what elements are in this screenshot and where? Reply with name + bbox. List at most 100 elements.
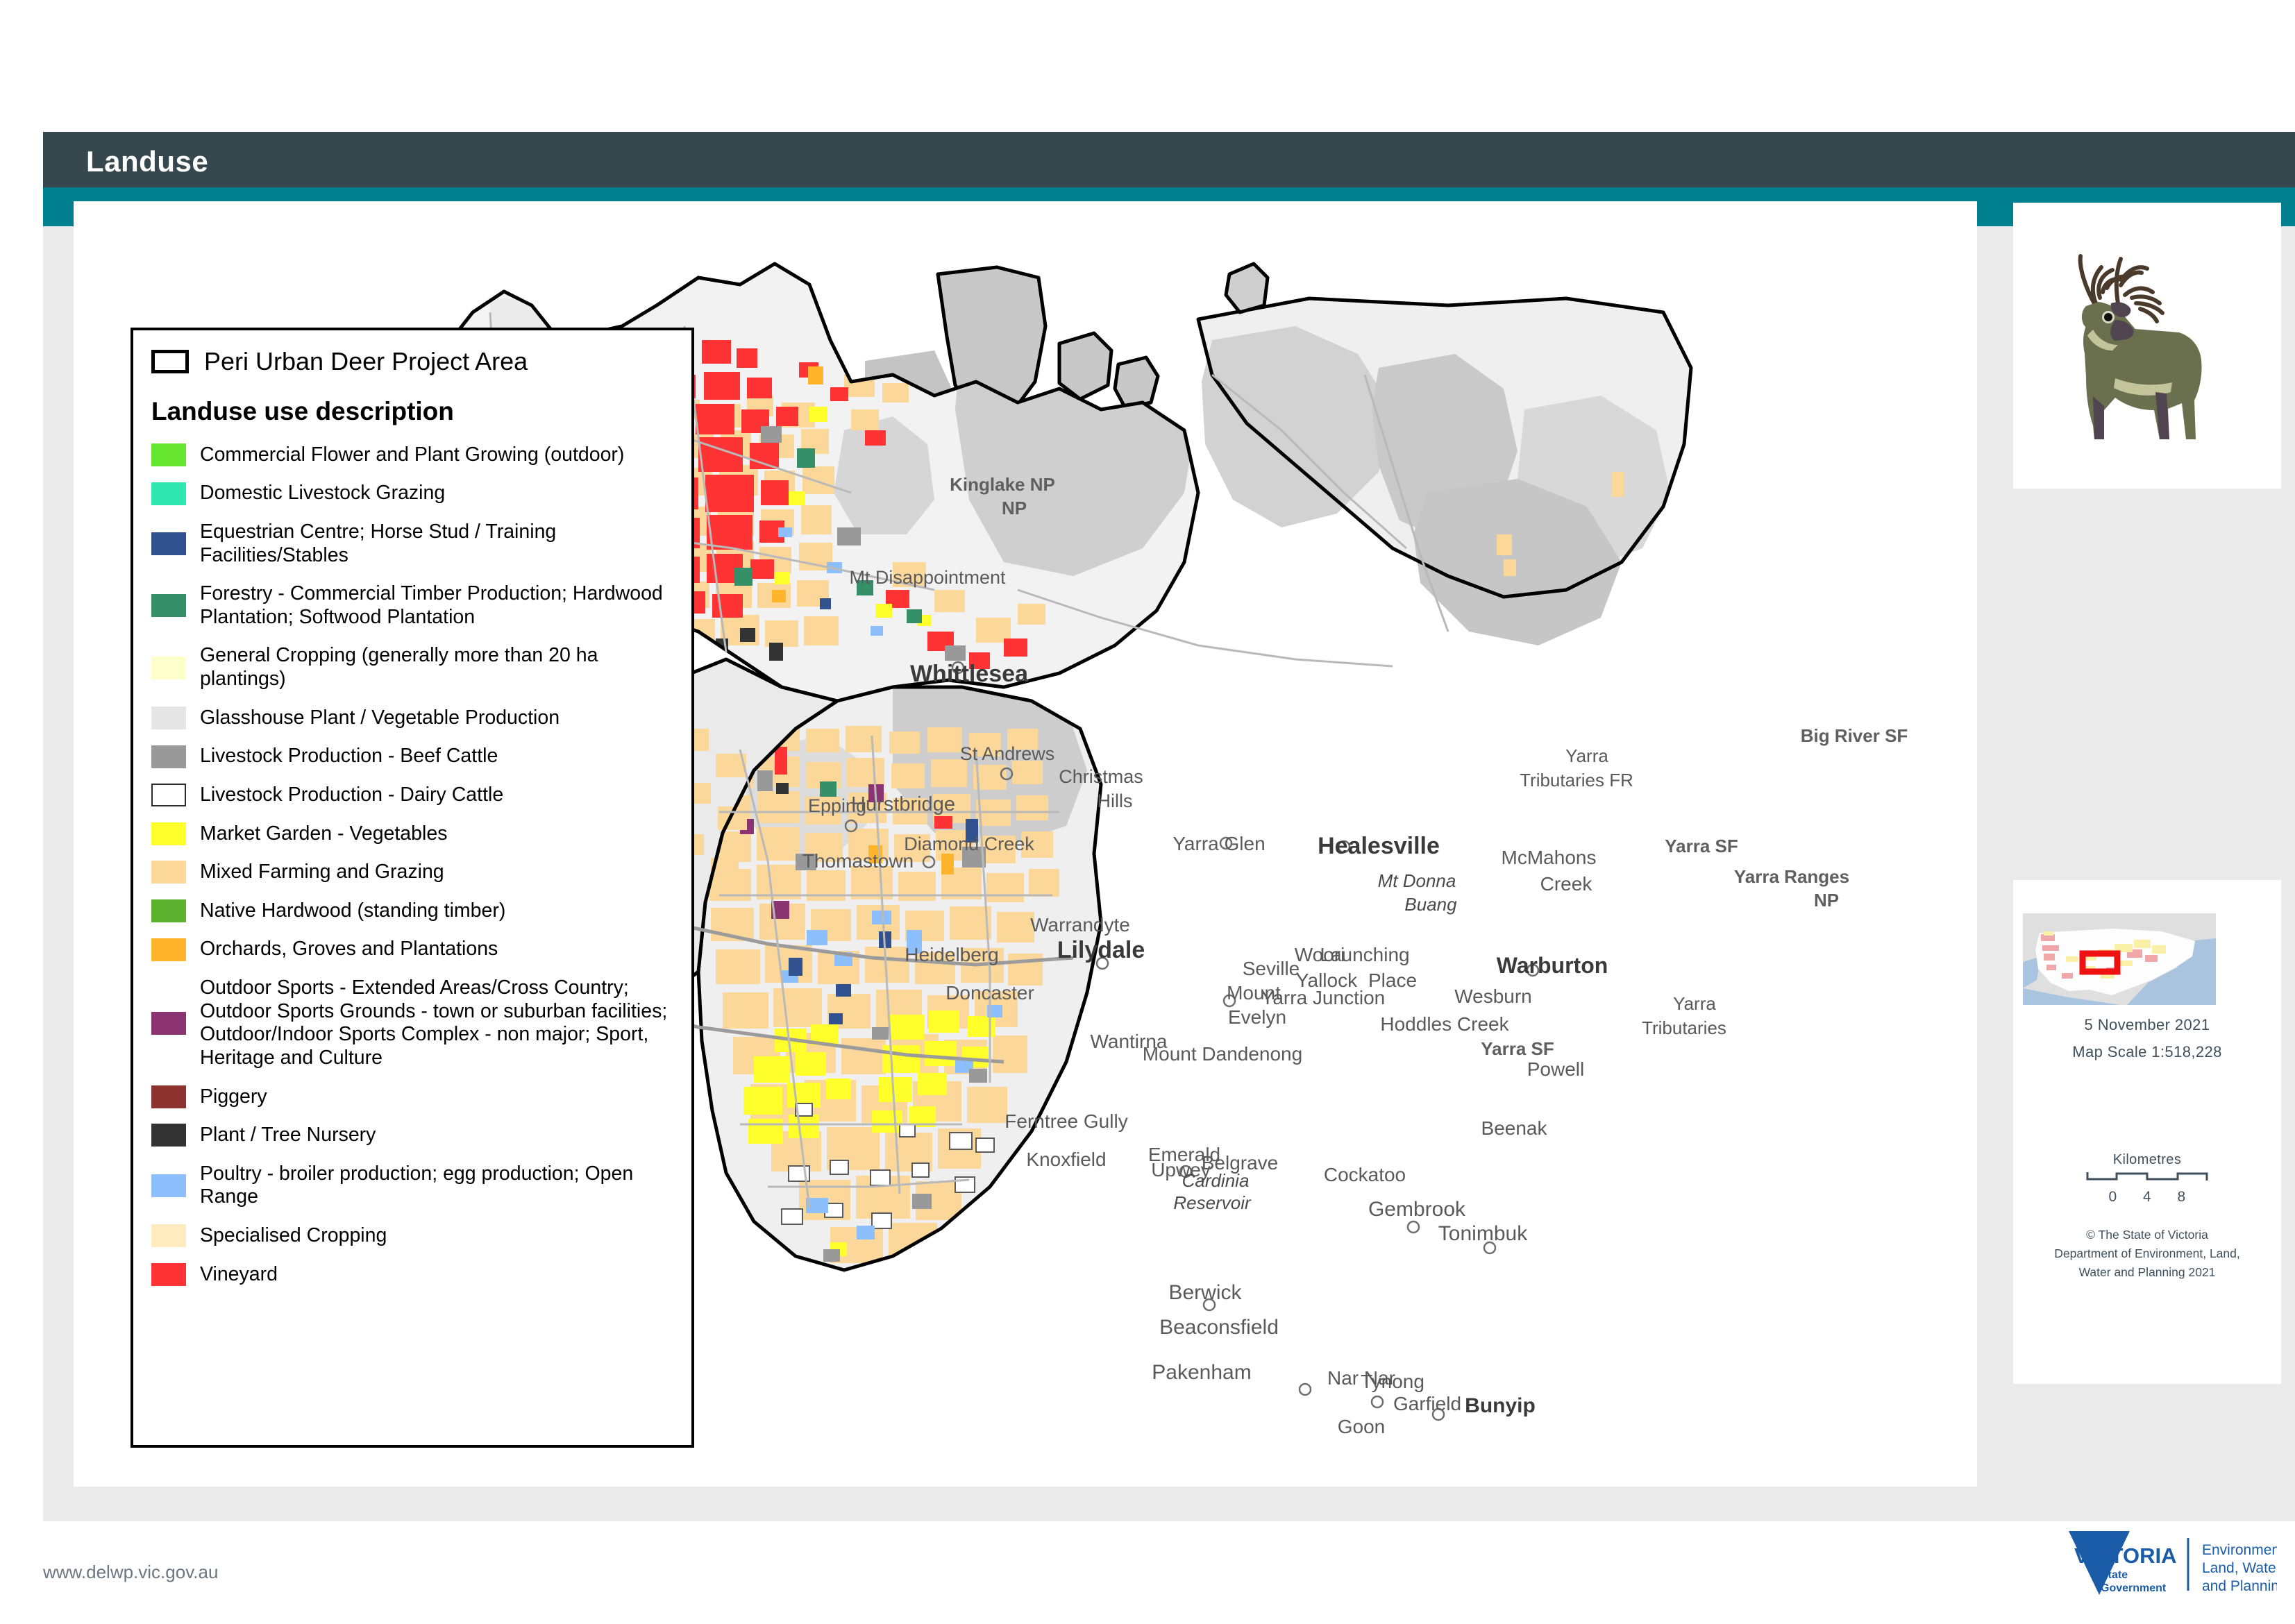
map-place-label: Yarra Ranges	[1734, 866, 1849, 887]
legend-swatch	[151, 594, 186, 618]
logo-victoria-text: VICTORIA	[2074, 1543, 2177, 1568]
map-place-label: Hills	[1098, 790, 1133, 811]
header-bar: Landuse	[43, 132, 2295, 187]
map-place-label: Berwick	[1168, 1281, 1242, 1304]
legend-label: Plant / Tree Nursery	[200, 1124, 376, 1147]
map-poster: Landuse Kinglake NP NP Mt Disappointment…	[0, 0, 2295, 1624]
map-place-label: Creek	[1540, 873, 1593, 895]
legend-label: Poultry - broiler production; egg produc…	[200, 1162, 634, 1208]
map-place-label: Bunyip	[1465, 1394, 1536, 1417]
legend-items-list: Commercial Flower and Plant Growing (out…	[151, 443, 676, 1302]
legend-item: Piggery	[151, 1085, 676, 1109]
logo-dept-line-2: Land, Water	[2202, 1560, 2277, 1576]
scalebar-graphic	[2086, 1172, 2208, 1181]
legend-label: Vineyard	[200, 1262, 278, 1285]
legend-label: Native Hardwood (standing timber)	[200, 899, 506, 922]
map-date: 5 November 2021	[2084, 1016, 2210, 1033]
map-place-label: Warburton	[1497, 953, 1608, 978]
map-place-label: Garfield	[1393, 1393, 1461, 1414]
map-place-label: Thomastown	[802, 850, 914, 872]
copyright-line-1: © The State of Victoria	[2086, 1228, 2208, 1242]
map-place-label: Yarra	[1673, 993, 1716, 1014]
map-place-label: Whittlesea	[910, 661, 1029, 687]
victoria-government-logo: VICTORIA State Government Environment, L…	[2041, 1527, 2288, 1607]
map-place-label: Diamond Creek	[904, 834, 1034, 854]
map-place-label: Heidelberg	[905, 944, 998, 965]
map-place-label: Lilydale	[1057, 937, 1145, 963]
legend-label: Livestock Production - Beef Cattle	[200, 745, 498, 768]
map-place-label: Wesburn	[1454, 986, 1532, 1007]
scalebar: Kilometres 0 4 8	[2013, 1152, 2281, 1206]
map-place-label: Tonimbuk	[1438, 1222, 1528, 1245]
map-place-label: St Andrews	[960, 743, 1055, 764]
logo-dept-line-1: Environment,	[2202, 1542, 2277, 1558]
map-info-card: 5 November 2021 Map Scale 1:518,228 Kilo…	[2013, 880, 2281, 1384]
legend-item: Native Hardwood (standing timber)	[151, 899, 676, 923]
legend-heading: Landuse use description	[151, 396, 454, 425]
legend-label: General Cropping (generally more than 20…	[200, 644, 598, 691]
map-place-label: Doncaster	[945, 982, 1034, 1004]
project-area-label: Peri Urban Deer Project Area	[204, 347, 528, 375]
map-place-label: Big River SF	[1801, 725, 1908, 746]
legend-swatch	[151, 745, 186, 768]
legend-label: Forestry - Commercial Timber Production;…	[200, 582, 663, 628]
map-place-label: Yarra SF	[1481, 1038, 1554, 1059]
map-place-label: Pakenham	[1152, 1361, 1251, 1384]
legend-label: Glasshouse Plant / Vegetable Production	[200, 706, 560, 729]
legend-item: Livestock Production - Dairy Cattle	[151, 784, 676, 807]
legend-item: Market Garden - Vegetables	[151, 822, 676, 846]
legend-label: Piggery	[200, 1085, 267, 1108]
map-place-label: Tributaries	[1642, 1017, 1726, 1038]
legend-item: Equestrian Centre; Horse Stud / Training…	[151, 521, 676, 567]
map-place-label: Cardinia	[1182, 1170, 1250, 1191]
locator-map	[2023, 913, 2216, 1005]
map-place-label: Wantirna	[1090, 1031, 1167, 1052]
legend-panel: Peri Urban Deer Project Area Landuse use…	[131, 328, 694, 1448]
map-place-label: Launching	[1320, 944, 1409, 965]
map-place-label: Hurstbridge	[851, 793, 955, 815]
copyright-block: © The State of Victoria Department of En…	[2013, 1226, 2281, 1282]
map-place-label: Hoddles Creek	[1380, 1013, 1509, 1035]
legend-item: Outdoor Sports - Extended Areas/Cross Co…	[151, 976, 676, 1070]
map-place-label: Yarra SF	[1665, 836, 1738, 856]
legend-item: Domestic Livestock Grazing	[151, 482, 676, 505]
map-place-label: Yarra Glen	[1172, 833, 1265, 854]
legend-item: Livestock Production - Beef Cattle	[151, 745, 676, 768]
map-place-label: Powell	[1527, 1058, 1584, 1080]
legend-swatch	[151, 706, 186, 729]
map-place-label: Beaconsfield	[1159, 1316, 1279, 1339]
legend-item: Forestry - Commercial Timber Production;…	[151, 582, 676, 629]
legend-item: Poultry - broiler production; egg produc…	[151, 1162, 676, 1209]
legend-item: Specialised Cropping	[151, 1224, 676, 1248]
map-meta: 5 November 2021 Map Scale 1:518,228	[2013, 1016, 2281, 1061]
map-place-label: Emerald	[1148, 1144, 1220, 1165]
legend-label: Commercial Flower and Plant Growing (out…	[200, 443, 625, 466]
map-place-label: Mt Disappointment	[849, 567, 1006, 588]
legend-label: Livestock Production - Dairy Cattle	[200, 783, 504, 806]
footer-url[interactable]: www.delwp.vic.gov.au	[43, 1562, 218, 1583]
map-place-label: Mt Donna	[1378, 870, 1456, 891]
map-place-label: NP	[1002, 498, 1027, 518]
logo-government-text: Government	[2101, 1582, 2167, 1594]
map-place-label: Buang	[1404, 894, 1457, 915]
map-place-label: Yarra	[1565, 745, 1608, 766]
map-place-label: Christmas	[1059, 766, 1143, 787]
map-place-label: Seville	[1243, 958, 1300, 979]
map-place-label: Beenak	[1481, 1117, 1548, 1139]
map-place-label: Gembrook	[1368, 1198, 1466, 1221]
logo-dept-line-3: and Planning	[2202, 1578, 2277, 1594]
map-place-label: Yarra Junction	[1261, 987, 1385, 1008]
deer-illustration-card	[2013, 203, 2281, 489]
legend-swatch	[151, 784, 186, 807]
legend-swatch	[151, 938, 186, 961]
legend-swatch	[151, 443, 186, 466]
legend-swatch	[151, 1124, 186, 1147]
legend-label: Domestic Livestock Grazing	[200, 482, 446, 505]
map-place-label: Kinglake NP	[950, 474, 1055, 495]
map-place-label: NP	[1814, 890, 1839, 911]
map-place-label: Knoxfield	[1026, 1149, 1106, 1170]
page-title: Landuse	[86, 145, 209, 178]
legend-label: Market Garden - Vegetables	[200, 822, 448, 845]
legend-swatch	[151, 1224, 186, 1248]
legend-swatch	[151, 482, 186, 505]
